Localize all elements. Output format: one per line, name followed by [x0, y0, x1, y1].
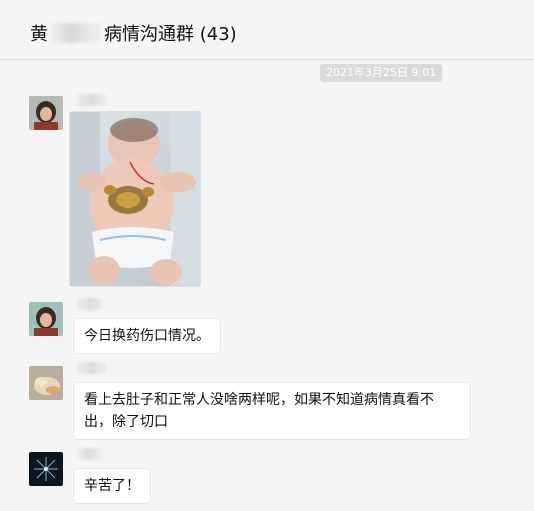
message-timestamp: 2021年3月25日 9:01: [320, 64, 443, 82]
chat-header: 黄 病情沟通群 (43): [0, 0, 534, 60]
sender-name-redacted: [77, 298, 103, 310]
baby-photo: [70, 112, 200, 286]
text-message[interactable]: 今日换药伤口情况。: [73, 318, 221, 354]
sender-name-redacted: [77, 94, 107, 106]
chat-title: 黄 病情沟通群 (43): [30, 20, 237, 46]
avatar-firework-icon: [29, 452, 63, 486]
sender-name-redacted: [77, 448, 103, 460]
avatar-woman-icon: [29, 302, 63, 336]
sender-avatar-2[interactable]: [29, 302, 63, 336]
sender-avatar-3[interactable]: [29, 366, 63, 400]
avatar-woman-icon: [29, 96, 63, 130]
sender-avatar-4[interactable]: [29, 452, 63, 486]
sender-avatar-1[interactable]: [29, 96, 63, 130]
chat-image-message[interactable]: [69, 111, 201, 287]
sender-name-redacted: [77, 362, 107, 374]
text-message[interactable]: 辛苦了！: [73, 468, 151, 504]
chat-title-suffix: 病情沟通群 (43): [104, 24, 237, 45]
avatar-cat-icon: [29, 366, 63, 400]
text-message[interactable]: 看上去肚子和正常人没啥两样呢，如果不知道病情真看不出，除了切口: [73, 382, 471, 440]
redacted-name: [50, 23, 102, 43]
chat-title-prefix: 黄: [30, 24, 48, 45]
